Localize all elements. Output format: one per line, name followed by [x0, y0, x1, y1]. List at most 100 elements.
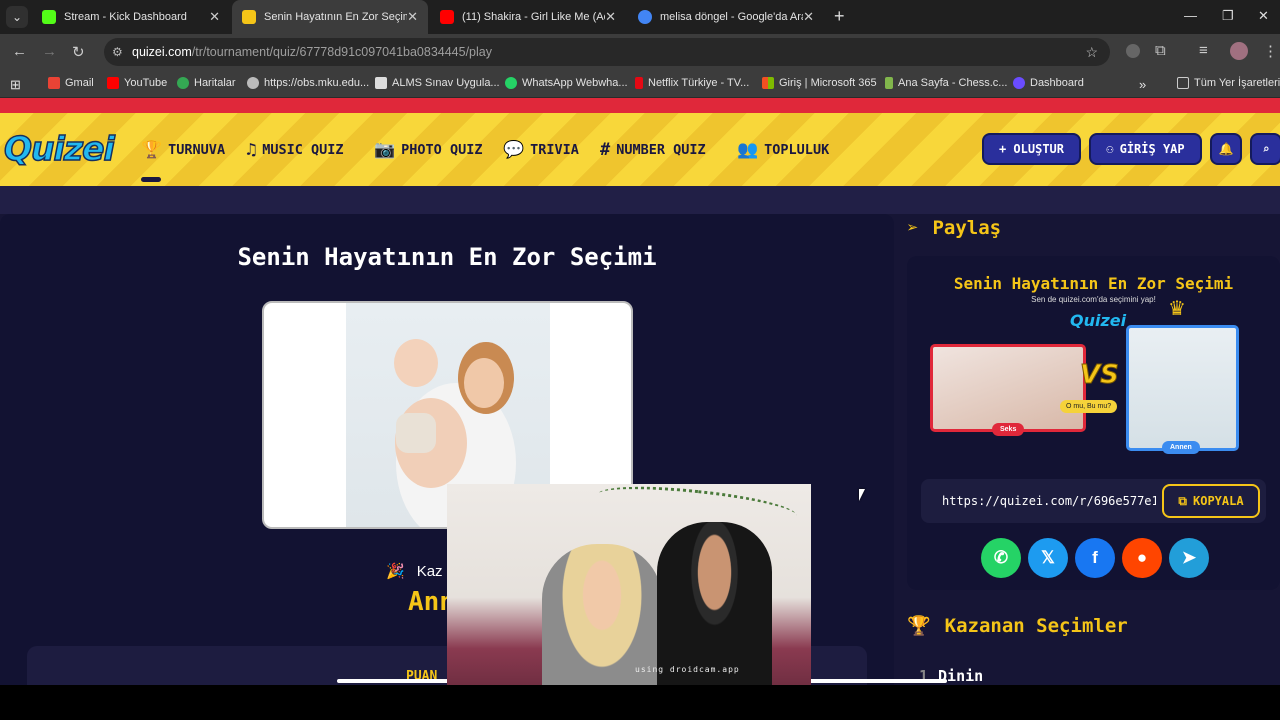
crown-icon: ♛: [1168, 298, 1186, 320]
nav-music-quiz[interactable]: ♫ MUSIC QUIZ: [246, 140, 344, 160]
gmail-icon: [48, 77, 60, 89]
dashboard-icon: [1013, 77, 1025, 89]
whatsapp-icon: [505, 77, 517, 89]
bookmark-dashboard[interactable]: Dashboard: [1013, 77, 1084, 89]
tab-search-button[interactable]: ⌄: [6, 6, 28, 28]
bottom-black-bar: [0, 685, 1280, 720]
bookmark-maps[interactable]: Haritalar: [177, 77, 236, 89]
tab-youtube[interactable]: (11) Shakira - Girl Like Me (Ao V ✕: [430, 0, 626, 34]
forward-icon[interactable]: →: [42, 43, 57, 60]
vs-badge: VS: [1080, 360, 1120, 391]
chess-pawn-icon: [885, 77, 893, 89]
close-icon[interactable]: ✕: [407, 9, 418, 25]
x-share-icon[interactable]: 𝕏: [1028, 538, 1068, 578]
winner-line: 🎉 Kaz: [386, 562, 443, 581]
bookmark-chess[interactable]: Ana Sayfa - Chess.c...: [885, 77, 1007, 89]
user-icon: ⚇: [1106, 142, 1114, 156]
right-choice-label: Annen: [1162, 441, 1200, 454]
globe-icon: [247, 77, 259, 89]
preview-title: Senin Hayatının En Zor Seçimi: [953, 274, 1234, 293]
close-icon[interactable]: ✕: [209, 9, 220, 25]
reddit-share-icon[interactable]: ●: [1122, 538, 1162, 578]
reload-icon[interactable]: ↻: [72, 43, 85, 61]
browser-toolbar: ← → ↻ ⚙ quizei.com/tr/tournament/quiz/67…: [0, 34, 1280, 70]
tab-title: melisa döngel - Google'da Ara: [660, 11, 804, 23]
tab-kick[interactable]: Stream - Kick Dashboard ✕: [32, 0, 230, 34]
share-heading: ➢ Paylaş: [907, 217, 1002, 239]
preview-logo: Quizei: [1070, 311, 1127, 330]
minimize-icon[interactable]: —: [1184, 8, 1197, 23]
site-logo[interactable]: Quizei: [3, 128, 115, 169]
new-tab-button[interactable]: +: [834, 6, 845, 27]
webcam-watermark: using droidcam.app: [635, 665, 740, 674]
apps-icon[interactable]: ⊞: [10, 77, 21, 93]
whatsapp-share-icon[interactable]: ✆: [981, 538, 1021, 578]
restore-icon[interactable]: ❐: [1222, 8, 1234, 24]
maps-icon: [177, 77, 189, 89]
extensions-icon[interactable]: ⧉: [1155, 42, 1166, 59]
webcam-overlay: using droidcam.app: [447, 484, 811, 690]
bookmark-microsoft[interactable]: Giriş | Microsoft 365: [762, 77, 877, 89]
nav-trivia[interactable]: 💬 TRIVIA: [503, 140, 579, 160]
close-icon[interactable]: ✕: [803, 9, 814, 25]
extension-shield-icon[interactable]: [1126, 44, 1140, 58]
bookmark-star-icon[interactable]: ☆: [1085, 44, 1098, 61]
notification-bell-icon[interactable]: 🔔: [1210, 133, 1242, 165]
profile-avatar[interactable]: [1230, 42, 1248, 60]
screen: ⌄ Stream - Kick Dashboard ✕ Senin Hayatı…: [0, 0, 1280, 720]
window-close-icon[interactable]: ✕: [1258, 8, 1269, 24]
header-shadow-band: [0, 186, 1280, 214]
site-info-icon[interactable]: ⚙: [112, 45, 123, 59]
kick-icon: [42, 10, 56, 24]
copy-button[interactable]: ⧉ KOPYALA: [1162, 484, 1260, 518]
close-icon[interactable]: ✕: [605, 9, 616, 25]
create-button[interactable]: + OLUŞTUR: [982, 133, 1081, 165]
hash-icon: #: [600, 140, 611, 160]
preview-right-image: [1126, 325, 1239, 451]
chat-icon: 💬: [503, 140, 525, 160]
copy-icon: ⧉: [1178, 493, 1187, 508]
tab-title: (11) Shakira - Girl Like Me (Ao V: [462, 11, 606, 23]
browser-tab-bar: ⌄ Stream - Kick Dashboard ✕ Senin Hayatı…: [0, 0, 1280, 34]
media-icon[interactable]: ≡: [1199, 42, 1208, 59]
facebook-share-icon[interactable]: f: [1075, 538, 1115, 578]
address-bar[interactable]: ⚙ quizei.com/tr/tournament/quiz/67778d91…: [104, 38, 1110, 66]
login-button[interactable]: ⚇ GİRİŞ YAP: [1089, 133, 1202, 165]
active-nav-indicator: [141, 177, 161, 182]
menu-icon[interactable]: ⋮: [1263, 42, 1278, 60]
users-icon: 👥: [737, 140, 759, 160]
tab-quizei[interactable]: Senin Hayatının En Zor Seçimi - ✕: [232, 0, 428, 34]
bookmark-gmail[interactable]: Gmail: [48, 77, 94, 89]
all-bookmarks[interactable]: Tüm Yer İşaretleri: [1177, 77, 1280, 89]
nav-topluluk[interactable]: 👥 TOPLULUK: [737, 140, 829, 160]
more-bookmarks-icon[interactable]: »: [1139, 77, 1146, 92]
trophy-icon: 🏆: [907, 615, 931, 637]
bookmarks-bar: ⊞ Gmail YouTube Haritalar https://obs.mk…: [0, 70, 1280, 98]
site-header: Quizei 🏆 TURNUVA ♫ MUSIC QUIZ 📷 PHOTO QUIZ …: [0, 113, 1280, 186]
tab-google[interactable]: melisa döngel - Google'da Ara ✕: [628, 0, 824, 34]
nav-number-quiz[interactable]: # NUMBER QUIZ: [600, 140, 706, 160]
party-icon: 🎉: [386, 563, 405, 580]
back-icon[interactable]: ←: [12, 43, 27, 60]
bookmark-obs[interactable]: https://obs.mku.edu...: [247, 77, 369, 89]
bookmark-netflix[interactable]: Netflix Türkiye - TV...: [635, 77, 749, 89]
winners-heading: 🏆 Kazanan Seçimler: [907, 614, 1128, 638]
bookmark-alms[interactable]: ALMS Sınav Uygula...: [375, 77, 500, 89]
music-icon: ♫: [246, 140, 257, 160]
bookmark-youtube[interactable]: YouTube: [107, 77, 167, 89]
search-icon[interactable]: ⌕: [1250, 133, 1280, 165]
telegram-share-icon[interactable]: ➤: [1169, 538, 1209, 578]
google-icon: [638, 10, 652, 24]
quiz-title: Senin Hayatının En Zor Seçimi: [237, 243, 657, 271]
nav-turnuva[interactable]: 🏆 TURNUVA: [141, 140, 225, 160]
netflix-icon: [635, 77, 643, 89]
preview-subtitle: Sen de quizei.com'da seçimini yap!: [1031, 295, 1156, 304]
microsoft-icon: [762, 77, 774, 89]
tab-title: Stream - Kick Dashboard: [64, 11, 187, 23]
bookmark-whatsapp[interactable]: WhatsApp Webwha...: [505, 77, 628, 89]
share-url[interactable]: https://quizei.com/r/696e577e1: [942, 494, 1156, 508]
url-text[interactable]: quizei.com/tr/tournament/quiz/67778d91c0…: [132, 45, 492, 59]
nav-photo-quiz[interactable]: 📷 PHOTO QUIZ: [374, 140, 482, 160]
folder-icon: [1177, 77, 1189, 89]
question-pill: O mu, Bu mu?: [1060, 400, 1118, 413]
